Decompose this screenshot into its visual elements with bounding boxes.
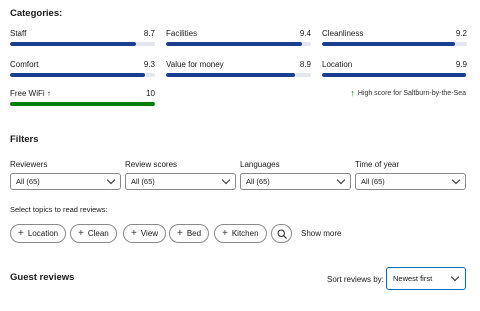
languages-select[interactable]: All (65) (240, 173, 351, 190)
category-score: 8.7 (143, 29, 155, 38)
categories-title: Categories: (10, 8, 63, 19)
category-value-for-money: Value for money 8.9 (166, 60, 311, 77)
up-arrow-icon: ↑ (46, 89, 51, 98)
up-arrow-icon: ↑ (350, 88, 355, 98)
topic-chip-view[interactable]: + View (123, 224, 167, 243)
topic-label: Clean (87, 229, 109, 238)
category-label: Staff (10, 29, 27, 38)
topic-chip-clean[interactable]: + Clean (70, 224, 117, 243)
score-bar-fill (10, 73, 145, 77)
plus-icon: + (18, 227, 24, 239)
filter-label-languages: Languages (240, 160, 280, 169)
score-bar-fill (322, 73, 466, 77)
category-label: Free WiFi (10, 89, 45, 98)
category-score: 10 (146, 89, 155, 98)
select-value: All (65) (361, 177, 385, 186)
review-scores-select[interactable]: All (65) (125, 173, 236, 190)
time-of-year-select[interactable]: All (65) (355, 173, 466, 190)
topic-label: Kitchen (231, 229, 259, 238)
category-score: 9.4 (299, 29, 311, 38)
score-bar-track (322, 73, 467, 77)
plus-icon: + (222, 227, 228, 239)
topic-label: Location (27, 229, 59, 238)
chevron-down-icon (336, 175, 346, 185)
score-bar-track (166, 42, 311, 46)
topic-chip-bed[interactable]: + Bed (169, 224, 210, 243)
score-bar-track (322, 42, 467, 46)
score-bar-track (10, 73, 155, 77)
category-facilities: Facilities 9.4 (166, 29, 311, 46)
chevron-down-icon (106, 175, 116, 185)
chevron-down-icon (221, 175, 231, 185)
select-value: All (65) (131, 177, 155, 186)
plus-icon: + (78, 227, 84, 239)
sort-select[interactable]: Newest first (386, 267, 466, 290)
category-label: Facilities (166, 29, 198, 38)
topics-label: Select topics to read reviews: (10, 205, 108, 214)
high-score-note: ↑ High score for Saltburn-by-the-Sea (350, 89, 466, 98)
score-bar-fill (166, 73, 296, 77)
show-more-link[interactable]: Show more (301, 229, 341, 238)
filter-label-time-of-year: Time of year (355, 160, 400, 169)
guest-reviews-title: Guest reviews (10, 272, 75, 283)
chevron-down-icon (451, 175, 461, 185)
category-score: 8.9 (299, 60, 311, 69)
sort-label: Sort reviews by: (327, 275, 384, 284)
score-bar-fill (10, 42, 137, 46)
category-label: Comfort (10, 60, 39, 69)
filter-label-review-scores: Review scores (125, 160, 178, 169)
category-free-wifi: Free WiFi ↑ 10 (10, 89, 155, 106)
category-score: 9.3 (143, 60, 155, 69)
search-icon (276, 228, 287, 239)
category-staff: Staff 8.7 (10, 29, 155, 46)
category-score: 9.9 (455, 60, 467, 69)
topic-chip-kitchen[interactable]: + Kitchen (214, 224, 267, 243)
score-bar-fill (322, 42, 456, 46)
plus-icon: + (131, 227, 137, 239)
plus-icon: + (177, 227, 183, 239)
category-label: Cleanliness (322, 29, 364, 38)
score-bar-track (10, 42, 155, 46)
category-location: Location 9.9 (322, 60, 467, 77)
score-bar-track (10, 102, 155, 106)
topic-chip-location[interactable]: + Location (10, 224, 67, 243)
category-cleanliness: Cleanliness 9.2 (322, 29, 467, 46)
select-value: All (65) (246, 177, 270, 186)
score-bar-track (166, 73, 311, 77)
topic-label: View (140, 229, 159, 238)
score-bar-fill (166, 42, 303, 46)
sort-value: Newest first (393, 274, 433, 283)
reviewers-select[interactable]: All (65) (10, 173, 121, 190)
topic-search-button[interactable] (271, 224, 292, 243)
filter-label-reviewers: Reviewers (10, 160, 48, 169)
chevron-down-icon (450, 272, 460, 282)
select-value: All (65) (16, 177, 40, 186)
category-comfort: Comfort 9.3 (10, 60, 155, 77)
score-bar-fill (10, 102, 155, 106)
filters-title: Filters (10, 134, 39, 145)
category-score: 9.2 (455, 29, 467, 38)
category-label: Location (322, 60, 353, 69)
topic-label: Bed (186, 229, 202, 238)
category-label: Value for money (166, 60, 224, 69)
high-score-text: High score for Saltburn-by-the-Sea (357, 90, 466, 97)
